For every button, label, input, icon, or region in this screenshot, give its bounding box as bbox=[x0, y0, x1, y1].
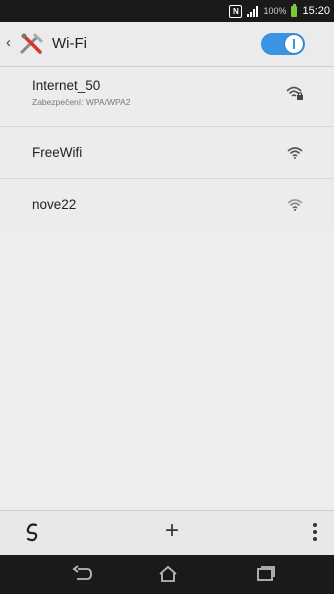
bottom-toolbar: + bbox=[0, 510, 334, 555]
network-item[interactable]: FreeWifi bbox=[0, 127, 334, 179]
toggle-knob[interactable] bbox=[284, 34, 304, 54]
overflow-menu-icon[interactable] bbox=[313, 523, 317, 541]
home-icon[interactable] bbox=[158, 565, 178, 583]
navigation-bar bbox=[0, 555, 334, 594]
back-icon[interactable] bbox=[72, 565, 94, 583]
nfc-icon: N bbox=[229, 4, 243, 18]
battery-percent: 100% bbox=[263, 6, 287, 16]
wifi-toggle[interactable] bbox=[261, 33, 305, 55]
signal-icon bbox=[247, 5, 259, 17]
action-bar: ‹ Wi-Fi bbox=[0, 22, 334, 67]
sony-apps-icon[interactable] bbox=[22, 521, 44, 543]
wifi-icon bbox=[287, 147, 303, 159]
add-network-button[interactable]: + bbox=[165, 517, 179, 545]
settings-tools-icon[interactable] bbox=[18, 30, 46, 58]
network-ssid: Internet_50 bbox=[32, 78, 101, 93]
network-item[interactable]: Internet_50 Zabezpečení: WPA/WPA2 bbox=[0, 67, 334, 127]
network-ssid: nove22 bbox=[32, 197, 77, 212]
network-ssid: FreeWifi bbox=[32, 145, 83, 160]
network-security: Zabezpečení: WPA/WPA2 bbox=[32, 97, 131, 107]
network-list: Internet_50 Zabezpečení: WPA/WPA2 FreeWi… bbox=[0, 67, 334, 231]
back-chevron-icon[interactable]: ‹ bbox=[6, 34, 11, 51]
status-time: 15:20 bbox=[302, 5, 330, 17]
wifi-weak-icon bbox=[287, 199, 303, 211]
network-item[interactable]: nove22 bbox=[0, 179, 334, 231]
wifi-locked-icon bbox=[286, 86, 303, 100]
battery-icon bbox=[291, 3, 298, 17]
empty-area bbox=[0, 230, 334, 508]
recent-apps-icon[interactable] bbox=[256, 565, 276, 583]
status-bar: N 100% 15:20 bbox=[0, 0, 334, 22]
page-title: Wi-Fi bbox=[52, 35, 87, 52]
